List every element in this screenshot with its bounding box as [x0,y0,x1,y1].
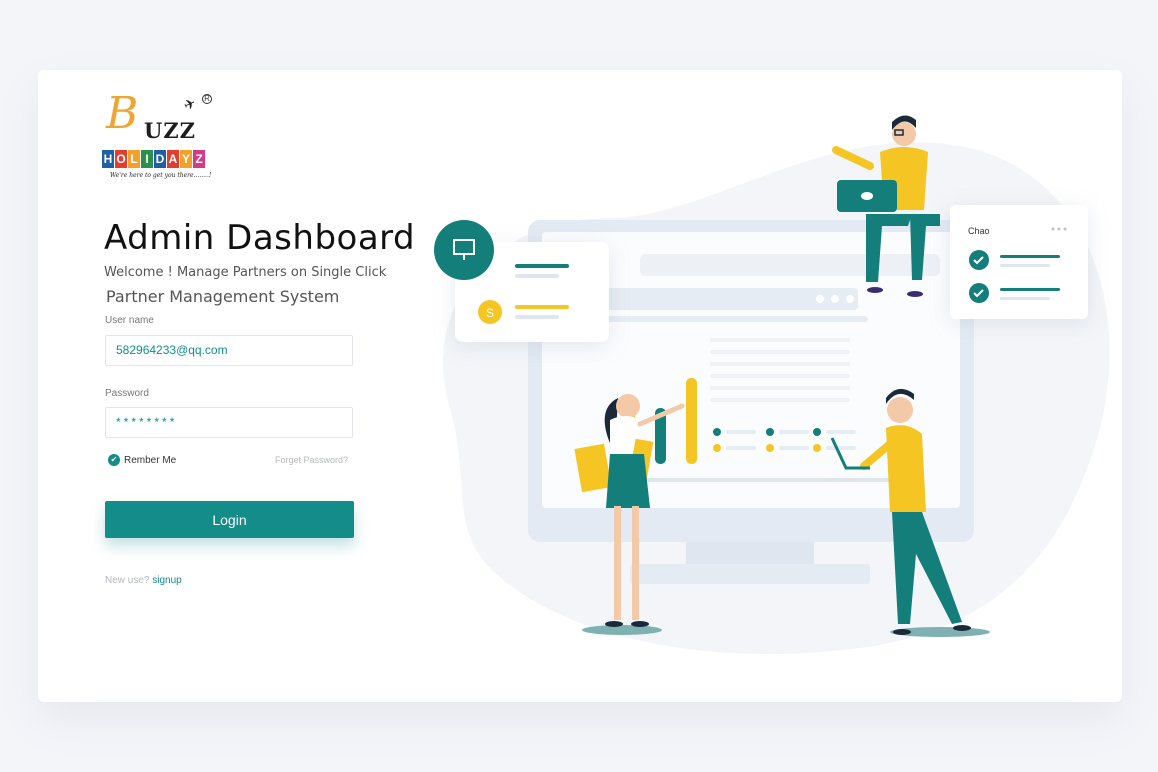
logo-holidayz: HOLIDAYZ [102,150,205,168]
password-label: Password [105,388,149,399]
chao-label: Chao [968,226,990,236]
login-button[interactable]: Login [105,501,354,538]
logo-b: B [106,88,139,139]
logo-letter: O [115,150,127,168]
screen-header-bar [640,254,940,276]
username-label: User name [105,315,154,326]
forgot-password-link[interactable]: Forget Password? [275,455,348,465]
new-user-text: New use? [105,575,150,586]
monitor-base [630,564,870,584]
check-icon: ✔ [108,454,120,466]
username-field[interactable]: 582964233@qq.com [105,335,353,366]
logo-letter: A [167,150,179,168]
page-title: Admin Dashboard [104,218,416,258]
buzz-holidayz-logo: B UZZ ✈ R HOLIDAYZ We're here to get you… [102,88,224,182]
chart-bar-3 [686,378,697,464]
logo-tagline: We're here to get you there........! [110,172,212,179]
logo-letter: Z [193,150,205,168]
registered-mark: R [202,94,212,104]
presentation-icon [434,220,494,280]
signup-prompt: New use? signup [105,575,182,586]
logo-uzz: UZZ [144,118,196,143]
monitor-stand [686,542,814,564]
password-field[interactable]: ******** [105,407,353,438]
logo-letter: L [128,150,140,168]
logo-letter: Y [180,150,192,168]
remember-me-label: Rember Me [124,454,177,466]
system-subtitle: Partner Management System [106,287,340,306]
logo-letter: H [102,150,114,168]
signup-link[interactable]: signup [152,575,181,586]
welcome-text: Welcome ! Manage Partners on Single Clic… [104,265,387,280]
login-card: B UZZ ✈ R HOLIDAYZ We're here to get you… [38,70,1122,702]
airplane-icon: ✈ [180,94,199,114]
logo-letter: D [154,150,166,168]
logo-letter: I [141,150,153,168]
dashboard-illustration: S Chao [434,115,1110,655]
dollar-label: S [486,306,494,320]
remember-me-checkbox[interactable]: ✔ Rember Me [108,454,176,466]
